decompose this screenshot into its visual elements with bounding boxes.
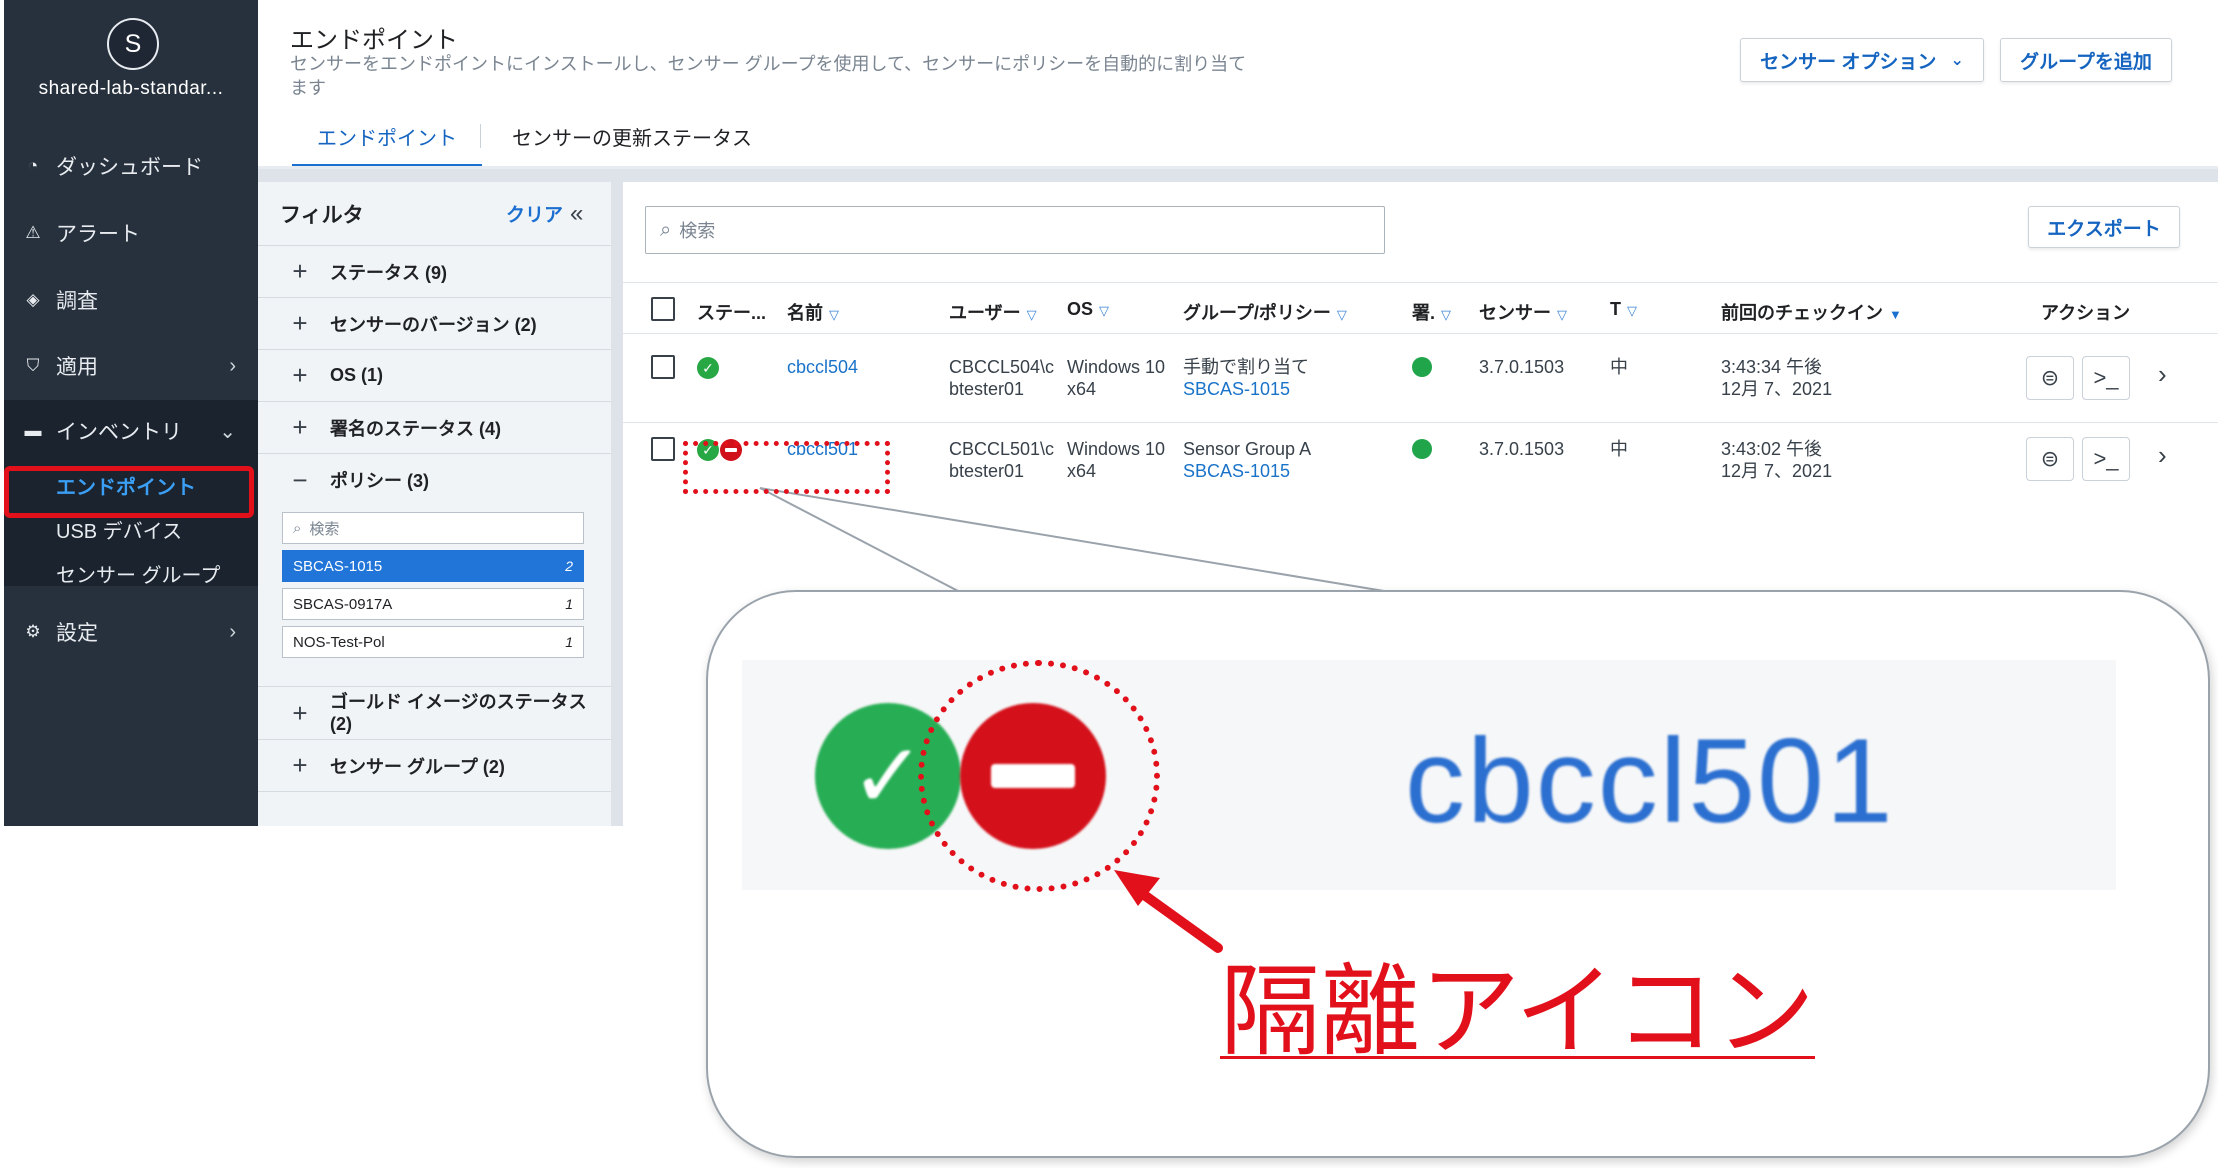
red-arrow: [1114, 870, 1223, 953]
quarantine-icon-label: 隔離アイコン: [1220, 956, 1815, 1068]
